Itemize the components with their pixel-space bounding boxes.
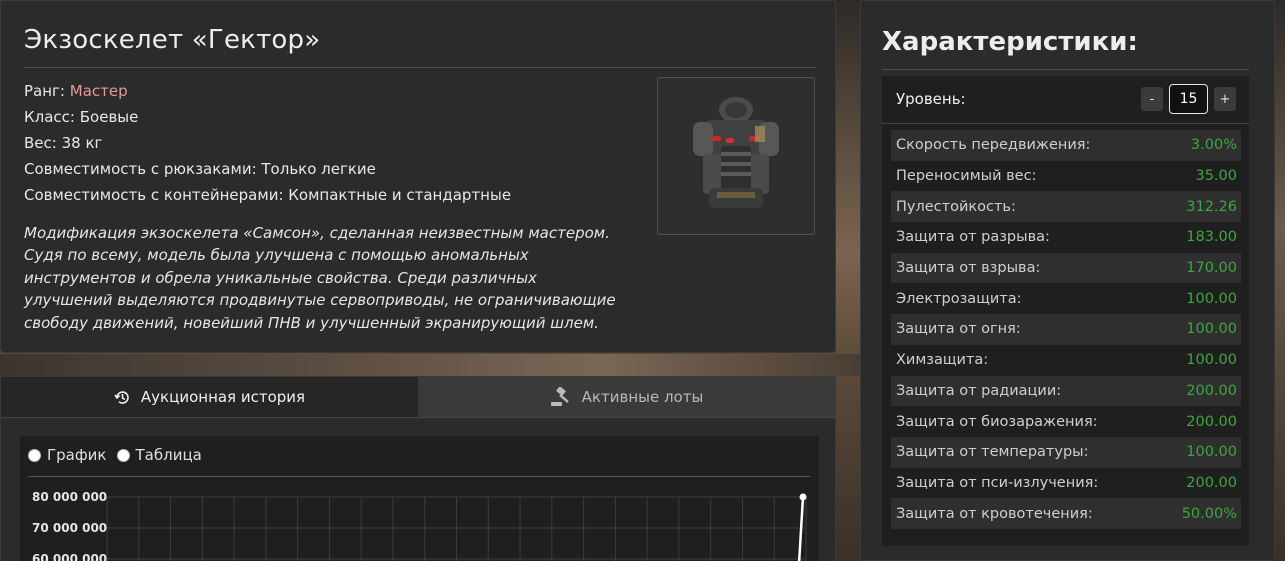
item-properties: Ранг: Мастер Класс: Боевые Вес: 38 кг Со… xyxy=(24,78,511,208)
weight-row: Вес: 38 кг xyxy=(24,134,103,152)
stat-value: 3.00% xyxy=(1190,137,1237,154)
radio-label: График xyxy=(47,446,107,464)
radio-circle[interactable] xyxy=(28,448,41,462)
stat-label: Скорость передвижения: xyxy=(896,137,1091,154)
gavel-icon xyxy=(550,387,569,406)
stat-label: Защита от радиации: xyxy=(896,382,1062,399)
stats-box: Уровень: - + Скорость передвижения: 3.00%… xyxy=(882,76,1249,546)
auction-tabs: Аукционная история Активные лоты xyxy=(1,377,835,417)
tab-label: Аукционная история xyxy=(140,388,306,406)
description-line: улучшений выделяются продвинутые сервопр… xyxy=(24,291,616,310)
description-line: Модификация экзоскелета «Самсон», сделан… xyxy=(24,224,610,242)
stat-label: Химзащита: xyxy=(896,352,989,369)
stat-label: Защита от кровотечения: xyxy=(896,505,1093,522)
stat-row: Скорость передвижения: 3.00% xyxy=(891,130,1241,161)
stat-list: Скорость передвижения: 3.00% Переносимый в… xyxy=(891,130,1241,529)
level-row: Уровень: - + xyxy=(882,76,1249,121)
price-chart: 80 000 000 70 000 000 60 000 000 xyxy=(32,490,807,561)
stat-value: 100.00 xyxy=(1186,321,1237,338)
background-strip-right xyxy=(1275,0,1285,561)
class-row: Класс: Боевые xyxy=(24,108,139,126)
data-point[interactable] xyxy=(799,493,807,501)
stat-label: Защита от огня: xyxy=(896,321,1021,338)
description-line: свободу движений, новейший ПНВ и улучшен… xyxy=(24,313,599,332)
stat-row: Переносимый вес: 35.00 xyxy=(891,160,1241,192)
radio-chart[interactable]: График xyxy=(28,446,107,464)
stat-label: Переносимый вес: xyxy=(896,168,1037,185)
tab-label: Активные лоты xyxy=(581,388,704,406)
exoskeleton-armor-icon xyxy=(693,97,779,208)
item-description: Модификация экзоскелета «Самсон», сделан… xyxy=(24,222,644,334)
stat-row: Химзащита: 100.00 xyxy=(891,344,1241,376)
stat-row: Электрозащита: 100.00 xyxy=(891,283,1241,315)
stat-row: Пулестойкость: 312.26 xyxy=(891,191,1241,223)
background-gap xyxy=(0,354,860,376)
level-increment-button[interactable]: + xyxy=(1214,87,1236,111)
item-title: Экзоскелет «Гектор» xyxy=(24,25,321,55)
background-strip xyxy=(836,0,860,561)
stat-value: 200.00 xyxy=(1186,413,1237,430)
stat-row: Защита от взрыва: 170.00 xyxy=(891,252,1241,284)
stat-label: Защита от пси-излучения: xyxy=(896,474,1099,491)
auction-panel: Аукционная история Активные лоты График … xyxy=(0,376,836,561)
series-line xyxy=(797,496,805,561)
tab-active-lots[interactable]: Активные лоты xyxy=(418,377,835,417)
stat-row: Защита от температуры: 100.00 xyxy=(891,436,1241,468)
divider xyxy=(24,67,816,68)
radio-circle[interactable] xyxy=(116,448,130,462)
stat-value: 100.00 xyxy=(1186,352,1237,369)
stat-row: Защита от кровотечения: 50.00% xyxy=(891,498,1241,529)
level-label: Уровень: xyxy=(896,89,966,108)
stat-label: Защита от разрыва: xyxy=(896,229,1050,246)
radio-label: Таблица xyxy=(135,446,202,464)
level-decrement-button[interactable]: - xyxy=(1141,87,1163,111)
level-input[interactable] xyxy=(1169,84,1208,114)
view-toggle: График Таблица xyxy=(28,446,212,464)
rank-label: Ранг: xyxy=(24,82,65,100)
stat-value: 100.00 xyxy=(1186,444,1237,461)
item-panel: Экзоскелет «Гектор» Ранг: Мастер Класс: … xyxy=(0,0,836,353)
stat-label: Электрозащита: xyxy=(896,290,1022,307)
tab-auction-history[interactable]: Аукционная история xyxy=(1,377,418,417)
stat-value: 200.00 xyxy=(1186,474,1237,491)
stat-value: 200.00 xyxy=(1186,382,1237,399)
stats-panel: Характеристики: Уровень: - + Скорость пе… xyxy=(860,0,1275,561)
divider xyxy=(882,123,1249,124)
stat-value: 312.26 xyxy=(1186,198,1237,215)
stat-row: Защита от биозаражения: 200.00 xyxy=(891,406,1241,437)
y-tick-label: 80 000 000 xyxy=(32,490,107,504)
rank-row: Ранг: Мастер xyxy=(24,78,511,104)
stat-label: Пулестойкость: xyxy=(896,198,1016,215)
y-tick-label: 70 000 000 xyxy=(32,521,107,535)
stat-label: Защита от взрыва: xyxy=(896,260,1041,277)
stat-row: Защита от пси-излучения: 200.00 xyxy=(891,467,1241,499)
stat-value: 170.00 xyxy=(1186,260,1237,277)
radio-table[interactable]: Таблица xyxy=(116,446,202,464)
chart-divider xyxy=(28,476,810,477)
divider xyxy=(882,69,1249,70)
rank-value: Мастер xyxy=(69,82,128,100)
container-compat-row: Совместимость с контейнерами: Компактные… xyxy=(24,186,512,204)
stat-value: 183.00 xyxy=(1186,229,1237,246)
backpack-compat-row: Совместимость с рюкзаками: Только легкие xyxy=(24,160,376,178)
stat-label: Защита от температуры: xyxy=(896,444,1089,461)
description-line: Судя по всему, модель была улучшена с по… xyxy=(24,246,529,265)
stat-value: 50.00% xyxy=(1181,505,1237,522)
stats-title: Характеристики: xyxy=(882,27,1138,57)
history-icon xyxy=(114,390,129,404)
y-tick-label: 60 000 000 xyxy=(32,552,107,561)
item-image xyxy=(657,77,815,235)
auction-chart-box: График Таблица 80 000 000 70 000 000 60 00… xyxy=(20,436,819,561)
stat-row: Защита от радиации: 200.00 xyxy=(891,375,1241,407)
stat-value: 35.00 xyxy=(1195,168,1237,185)
stat-value: 100.00 xyxy=(1186,290,1237,307)
description-line: инструментов и обрела уникальные свойств… xyxy=(24,268,537,287)
stat-row: Защита от разрыва: 183.00 xyxy=(891,222,1241,253)
level-controls: - + xyxy=(1141,84,1236,114)
tabs-divider xyxy=(1,417,835,418)
stat-row: Защита от огня: 100.00 xyxy=(891,314,1241,345)
stat-label: Защита от биозаражения: xyxy=(896,413,1098,430)
